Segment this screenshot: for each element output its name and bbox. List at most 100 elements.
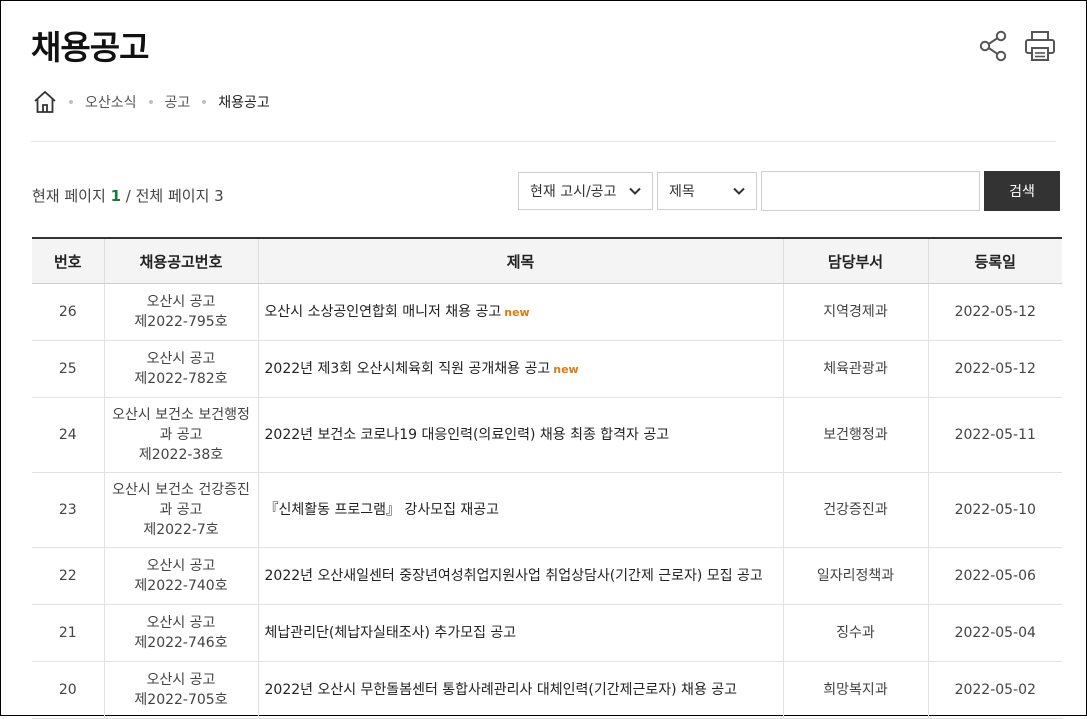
col-header-no: 번호 bbox=[32, 237, 104, 284]
page-info-prefix: 현재 페이지 bbox=[32, 187, 106, 205]
table-row: 22 오산시 공고 제2022-740호 2022년 오산새일센터 중장년여성취업지원… bbox=[32, 547, 1062, 605]
notice-no-line: 과 공고 bbox=[159, 427, 203, 443]
notice-no-line: 오산시 공고 bbox=[146, 294, 216, 310]
table-row: 20 오산시 공고 제2022-705호 2022년 오산시 무한돌봄센터 통합사례관… bbox=[32, 661, 1062, 719]
cell-date: 2022-05-11 bbox=[927, 397, 1062, 473]
cell-dept: 징수과 bbox=[782, 604, 928, 662]
notice-no-line: 오산시 공고 bbox=[146, 558, 216, 574]
cell-date: 2022-05-04 bbox=[927, 604, 1062, 662]
col-header-date: 등록일 bbox=[927, 237, 1062, 284]
notice-no-line: 제2022-746호 bbox=[134, 635, 228, 651]
notice-no-line: 오산시 공고 bbox=[146, 615, 216, 631]
chevron-down-icon bbox=[629, 187, 641, 195]
cell-dept: 일자리정책과 bbox=[782, 547, 928, 605]
table-row: 24 오산시 보건소 보건행정 과 공고 제2022-38호 2022년 보건소 코로나… bbox=[32, 397, 1062, 473]
cell-title: 2022년 제3회 오산시체육회 직원 공개채용 공고 new bbox=[257, 340, 783, 398]
search-bar: 현재 고시/공고 제목 검색 bbox=[518, 171, 1060, 211]
cell-title: 오산시 소상공인연합회 매니저 채용 공고 new bbox=[257, 283, 783, 341]
field-select[interactable]: 제목 bbox=[657, 172, 757, 210]
cell-notice-no: 오산시 보건소 보건행정과 공고제2022-38호 bbox=[103, 397, 258, 473]
total-page-number: 3 bbox=[214, 187, 224, 205]
cell-date: 2022-05-06 bbox=[927, 547, 1062, 605]
current-page-number: 1 bbox=[110, 187, 121, 205]
notice-no-line: 제2022-38호 bbox=[138, 447, 224, 463]
notice-no-line: 제2022-740호 bbox=[134, 578, 228, 594]
new-badge: new bbox=[553, 362, 579, 376]
breadcrumb-current: 채용공고 bbox=[218, 95, 270, 111]
col-header-notice-no: 채용공고번호 bbox=[103, 237, 258, 284]
cell-dept: 체육관광과 bbox=[782, 340, 928, 398]
cell-date: 2022-05-12 bbox=[927, 340, 1062, 398]
breadcrumb-separator bbox=[148, 100, 153, 104]
print-icon[interactable] bbox=[1024, 29, 1056, 63]
cell-title: 2022년 오산새일센터 중장년여성취업지원사업 취업상담사(기간제 근로자) … bbox=[257, 547, 783, 605]
table-body: 26 오산시 공고 제2022-795호 오산시 소상공인연합회 매니저 채용 공고 n… bbox=[32, 283, 1062, 719]
cell-notice-no: 오산시 공고제2022-740호 bbox=[103, 547, 258, 605]
home-icon[interactable] bbox=[33, 90, 57, 114]
field-select-value: 제목 bbox=[669, 184, 695, 200]
share-icon[interactable] bbox=[978, 29, 1010, 63]
cell-no: 24 bbox=[32, 397, 104, 473]
notice-no-line: 오산시 공고 bbox=[146, 351, 216, 367]
table-row: 25 오산시 공고 제2022-782호 2022년 제3회 오산시체육회 직원 공개… bbox=[32, 340, 1062, 398]
cell-title: 2022년 오산시 무한돌봄센터 통합사례관리사 대체인력(기간제근로자) 채용… bbox=[257, 661, 783, 719]
cell-dept: 건강증진과 bbox=[782, 472, 928, 548]
job-notice-table: 번호 채용공고번호 제목 담당부서 등록일 26 오산시 공고 제2022-795호… bbox=[32, 237, 1062, 719]
table-row: 26 오산시 공고 제2022-795호 오산시 소상공인연합회 매니저 채용 공고 n… bbox=[32, 283, 1062, 341]
notice-title-link[interactable]: 2022년 보건소 코로나19 대응인력(의료인력) 채용 최종 합격자 공고 bbox=[265, 427, 670, 443]
category-select[interactable]: 현재 고시/공고 bbox=[518, 172, 653, 210]
cell-no: 23 bbox=[32, 472, 104, 548]
notice-title-link[interactable]: 체납관리단(체납자실태조사) 추가모집 공고 bbox=[265, 625, 517, 641]
table-header-row: 번호 채용공고번호 제목 담당부서 등록일 bbox=[32, 237, 1062, 284]
cell-no: 25 bbox=[32, 340, 104, 398]
cell-no: 20 bbox=[32, 661, 104, 719]
search-input[interactable] bbox=[761, 171, 980, 211]
cell-dept: 지역경제과 bbox=[782, 283, 928, 341]
notice-no-line: 과 공고 bbox=[159, 502, 203, 518]
category-select-value: 현재 고시/공고 bbox=[530, 184, 617, 200]
divider bbox=[31, 141, 1056, 142]
cell-no: 21 bbox=[32, 604, 104, 662]
cell-notice-no: 오산시 공고제2022-705호 bbox=[103, 661, 258, 719]
page-info: 현재 페이지 1 / 전체 페이지 3 bbox=[32, 185, 224, 206]
notice-title-link[interactable]: 2022년 오산새일센터 중장년여성취업지원사업 취업상담사(기간제 근로자) … bbox=[265, 568, 763, 584]
cell-date: 2022-05-02 bbox=[927, 661, 1062, 719]
notice-no-line: 제2022-795호 bbox=[134, 314, 228, 330]
page-tools bbox=[978, 29, 1056, 63]
cell-date: 2022-05-12 bbox=[927, 283, 1062, 341]
cell-notice-no: 오산시 보건소 건강증진과 공고제2022-7호 bbox=[103, 472, 258, 548]
col-header-dept: 담당부서 bbox=[782, 237, 928, 284]
table-row: 21 오산시 공고 제2022-746호 체납관리단(체납자실태조사) 추가모집 공고… bbox=[32, 604, 1062, 662]
cell-notice-no: 오산시 공고제2022-795호 bbox=[103, 283, 258, 341]
breadcrumb: 오산소식 공고 채용공고 bbox=[33, 90, 270, 114]
cell-no: 26 bbox=[32, 283, 104, 341]
cell-date: 2022-05-10 bbox=[927, 472, 1062, 548]
notice-no-line: 오산시 공고 bbox=[146, 672, 216, 688]
notice-no-line: 오산시 보건소 건강증진 bbox=[112, 482, 250, 498]
cell-title: 체납관리단(체납자실태조사) 추가모집 공고 bbox=[257, 604, 783, 662]
page-info-sep: / 전체 페이지 bbox=[125, 187, 210, 205]
cell-notice-no: 오산시 공고 제2022-782호 bbox=[103, 340, 258, 398]
cell-notice-no: 오산시 공고제2022-746호 bbox=[103, 604, 258, 662]
new-badge: new bbox=[504, 305, 530, 319]
cell-dept: 희망복지과 bbox=[782, 661, 928, 719]
cell-dept: 보건행정과 bbox=[782, 397, 928, 473]
notice-no-line: 제2022-7호 bbox=[143, 522, 219, 538]
col-header-title: 제목 bbox=[257, 237, 783, 284]
notice-title-link[interactable]: 『신체활동 프로그램』 강사모집 재공고 bbox=[265, 502, 500, 518]
breadcrumb-link-notice[interactable]: 공고 bbox=[165, 92, 191, 112]
table-row: 23 오산시 보건소 건강증진 과 공고 제2022-7호 『신체활동 프로그램』 강사… bbox=[32, 472, 1062, 548]
cell-title: 『신체활동 프로그램』 강사모집 재공고 bbox=[257, 472, 783, 548]
notice-no-line: 오산시 보건소 보건행정 bbox=[112, 407, 250, 423]
breadcrumb-separator bbox=[202, 100, 207, 104]
breadcrumb-separator bbox=[69, 100, 73, 104]
notice-no-line: 제2022-705호 bbox=[134, 692, 228, 708]
breadcrumb-link-news[interactable]: 오산소식 bbox=[85, 92, 137, 112]
page-title: 채용공고 bbox=[31, 28, 149, 67]
chevron-down-icon bbox=[733, 187, 745, 195]
notice-title-link[interactable]: 2022년 오산시 무한돌봄센터 통합사례관리사 대체인력(기간제근로자) 채용… bbox=[265, 682, 738, 698]
search-button[interactable]: 검색 bbox=[984, 171, 1060, 211]
cell-title: 2022년 보건소 코로나19 대응인력(의료인력) 채용 최종 합격자 공고 bbox=[257, 397, 783, 473]
notice-title-link[interactable]: 2022년 제3회 오산시체육회 직원 공개채용 공고 bbox=[265, 361, 551, 377]
notice-title-link[interactable]: 오산시 소상공인연합회 매니저 채용 공고 bbox=[265, 304, 502, 320]
